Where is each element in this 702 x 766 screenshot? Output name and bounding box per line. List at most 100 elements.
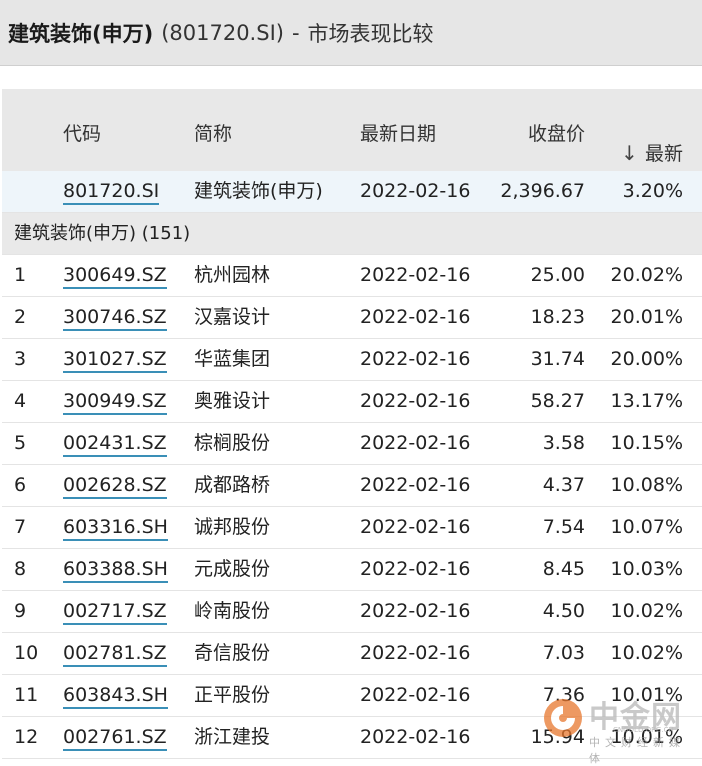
row-code-link[interactable]: 603843.SH xyxy=(63,683,168,709)
row-code-link[interactable]: 002781.SZ xyxy=(63,641,167,667)
arrow-down-icon: ↓ xyxy=(620,141,638,165)
watermark: 中金网 CNGOLD.ORG.CN 中文财经新媒体 xyxy=(543,690,693,765)
row-code-cell: 002628.SZ xyxy=(63,465,167,506)
summary-name: 建筑装饰(申万) xyxy=(194,180,323,202)
row-code-cell: 300949.SZ xyxy=(63,381,167,422)
summary-code-cell: 801720.SI xyxy=(63,171,160,212)
table-row[interactable]: 7 603316.SH 诚邦股份 2022-02-16 7.54 10.07% xyxy=(2,507,702,549)
table-row[interactable]: 8 603388.SH 元成股份 2022-02-16 8.45 10.03% xyxy=(2,549,702,591)
row-code-cell: 300746.SZ xyxy=(63,297,167,338)
row-code-cell: 603388.SH xyxy=(63,549,168,590)
window-title-bar: 建筑装饰(申万) (801720.SI) - 市场表现比较 xyxy=(0,0,702,66)
row-index: 4 xyxy=(14,390,27,412)
row-code-cell: 002717.SZ xyxy=(63,591,167,632)
row-date: 2022-02-16 xyxy=(360,306,471,328)
row-index: 8 xyxy=(14,558,27,580)
watermark-url: CNGOLD.ORG.CN xyxy=(613,726,674,734)
row-code-cell: 300649.SZ xyxy=(63,255,167,296)
row-code-link[interactable]: 300746.SZ xyxy=(63,305,167,331)
row-change: 10.03% xyxy=(610,558,683,580)
table-body: 1 300649.SZ 杭州园林 2022-02-16 25.00 20.02%… xyxy=(2,255,702,759)
row-close: 3.58 xyxy=(542,432,585,454)
row-code-link[interactable]: 603388.SH xyxy=(63,557,168,583)
table-row[interactable]: 2 300746.SZ 汉嘉设计 2022-02-16 18.23 20.01% xyxy=(2,297,702,339)
row-name: 成都路桥 xyxy=(194,474,271,496)
row-code-cell: 603843.SH xyxy=(63,675,168,716)
row-date: 2022-02-16 xyxy=(360,264,471,286)
row-index: 5 xyxy=(14,432,27,454)
row-code-link[interactable]: 300949.SZ xyxy=(63,389,167,415)
row-close: 4.37 xyxy=(542,474,585,496)
row-change: 10.07% xyxy=(610,516,683,538)
row-name: 元成股份 xyxy=(194,558,271,580)
row-close: 25.00 xyxy=(530,264,585,286)
summary-close: 2,396.67 xyxy=(500,180,585,202)
row-close: 7.03 xyxy=(542,642,585,664)
table-header: 代码 简称 最新日期 收盘价 ↓ 最新 xyxy=(2,89,702,171)
row-code-link[interactable]: 300649.SZ xyxy=(63,263,167,289)
market-comparison-table: 代码 简称 最新日期 收盘价 ↓ 最新 801720.SI 建筑装饰(申万) 20… xyxy=(2,89,702,759)
row-code-link[interactable]: 002761.SZ xyxy=(63,725,167,751)
table-row[interactable]: 6 002628.SZ 成都路桥 2022-02-16 4.37 10.08% xyxy=(2,465,702,507)
row-index: 9 xyxy=(14,600,27,622)
row-code-link[interactable]: 002717.SZ xyxy=(63,599,167,625)
row-name: 正平股份 xyxy=(194,684,271,706)
row-change: 10.02% xyxy=(610,600,683,622)
row-change: 20.00% xyxy=(610,348,683,370)
index-code: (801720.SI) xyxy=(161,20,284,45)
row-code-link[interactable]: 301027.SZ xyxy=(63,347,167,373)
row-code-cell: 002761.SZ xyxy=(63,717,167,758)
row-code-link[interactable]: 002628.SZ xyxy=(63,473,167,499)
row-code-cell: 603316.SH xyxy=(63,507,168,548)
row-index: 12 xyxy=(14,726,39,748)
row-date: 2022-02-16 xyxy=(360,348,471,370)
table-row[interactable]: 1 300649.SZ 杭州园林 2022-02-16 25.00 20.02% xyxy=(2,255,702,297)
row-index: 1 xyxy=(14,264,27,286)
row-index: 3 xyxy=(14,348,27,370)
title-separator: - xyxy=(291,20,300,45)
summary-code-link[interactable]: 801720.SI xyxy=(63,179,160,205)
table-row[interactable]: 4 300949.SZ 奥雅设计 2022-02-16 58.27 13.17% xyxy=(2,381,702,423)
table-row[interactable]: 5 002431.SZ 棕榈股份 2022-02-16 3.58 10.15% xyxy=(2,423,702,465)
row-date: 2022-02-16 xyxy=(360,432,471,454)
row-code-cell: 002781.SZ xyxy=(63,633,167,674)
row-change: 10.08% xyxy=(610,474,683,496)
watermark-subtitle: 中文财经新媒体 xyxy=(589,736,685,765)
column-header-change-label: 最新 xyxy=(644,143,683,165)
row-change: 10.15% xyxy=(610,432,683,454)
row-date: 2022-02-16 xyxy=(360,558,471,580)
cngold-logo-icon xyxy=(544,699,582,737)
row-change: 20.01% xyxy=(610,306,683,328)
table-row[interactable]: 9 002717.SZ 岭南股份 2022-02-16 4.50 10.02% xyxy=(2,591,702,633)
row-close: 18.23 xyxy=(530,306,585,328)
row-close: 7.54 xyxy=(542,516,585,538)
row-name: 汉嘉设计 xyxy=(194,306,271,328)
row-index: 7 xyxy=(14,516,27,538)
row-date: 2022-02-16 xyxy=(360,684,471,706)
summary-row[interactable]: 801720.SI 建筑装饰(申万) 2022-02-16 2,396.67 3… xyxy=(2,171,702,213)
row-code-link[interactable]: 603316.SH xyxy=(63,515,168,541)
row-code-cell: 301027.SZ xyxy=(63,339,167,380)
row-close: 8.45 xyxy=(542,558,585,580)
row-date: 2022-02-16 xyxy=(360,516,471,538)
row-name: 奇信股份 xyxy=(194,642,271,664)
row-date: 2022-02-16 xyxy=(360,474,471,496)
row-date: 2022-02-16 xyxy=(360,600,471,622)
row-name: 诚邦股份 xyxy=(194,516,271,538)
row-code-link[interactable]: 002431.SZ xyxy=(63,431,167,457)
summary-change: 3.20% xyxy=(622,180,683,202)
table-row[interactable]: 3 301027.SZ 华蓝集团 2022-02-16 31.74 20.00% xyxy=(2,339,702,381)
row-name: 杭州园林 xyxy=(194,264,271,286)
row-index: 11 xyxy=(14,684,39,706)
summary-date: 2022-02-16 xyxy=(360,180,471,202)
table-row[interactable]: 10 002781.SZ 奇信股份 2022-02-16 7.03 10.02% xyxy=(2,633,702,675)
row-name: 奥雅设计 xyxy=(194,390,271,412)
group-row[interactable]: 建筑装饰(申万) (151) xyxy=(2,213,702,255)
row-change: 20.02% xyxy=(610,264,683,286)
row-close: 31.74 xyxy=(530,348,585,370)
row-close: 58.27 xyxy=(530,390,585,412)
row-date: 2022-02-16 xyxy=(360,726,471,748)
row-date: 2022-02-16 xyxy=(360,642,471,664)
row-index: 10 xyxy=(14,642,39,664)
row-close: 4.50 xyxy=(542,600,585,622)
